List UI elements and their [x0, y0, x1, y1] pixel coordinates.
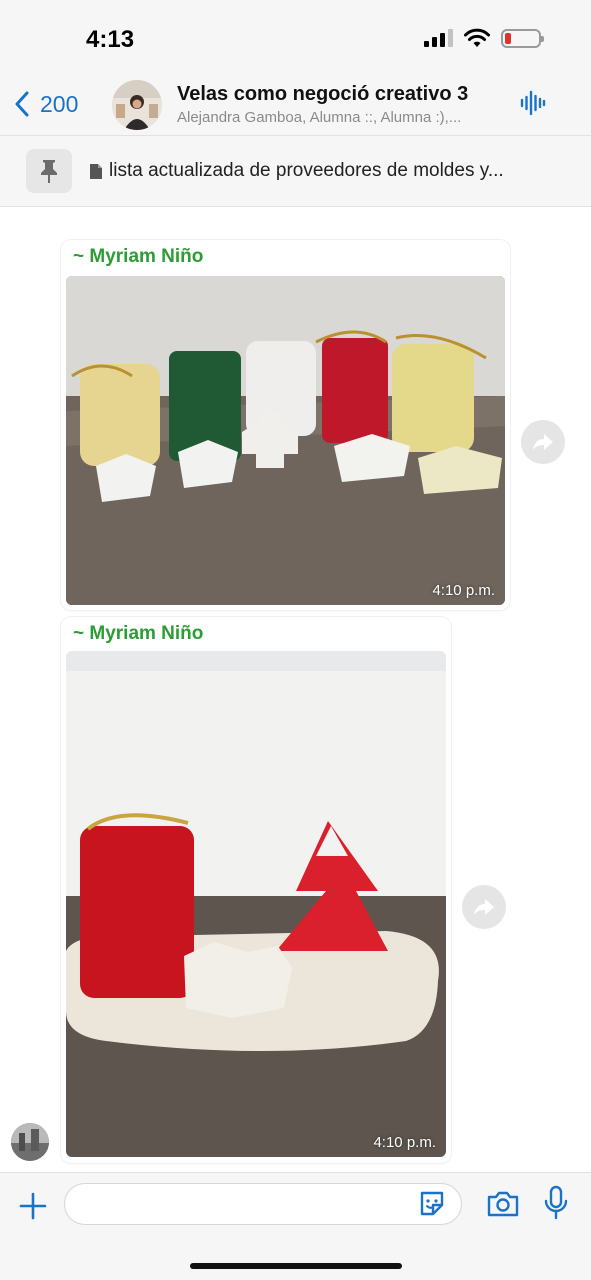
- sender-name[interactable]: ~ Myriam Niño: [73, 623, 203, 645]
- forward-icon: [474, 899, 494, 915]
- pin-icon: [41, 160, 57, 183]
- message-bubble[interactable]: ~ Myriam Niño 4:10 p.m.: [61, 240, 510, 610]
- home-indicator[interactable]: [190, 1263, 402, 1269]
- status-icons: [424, 28, 544, 48]
- message-input[interactable]: [64, 1183, 462, 1225]
- battery-icon: [501, 28, 544, 48]
- audio-call-icon[interactable]: [519, 89, 547, 117]
- pinned-message-bar[interactable]: lista actualizada de proveedores de mold…: [0, 135, 591, 207]
- candles-photo: [66, 276, 505, 605]
- battery-level: [505, 32, 511, 44]
- microphone-icon[interactable]: [543, 1185, 569, 1221]
- candles-photo: [66, 651, 446, 1157]
- chevron-left-icon: [15, 91, 29, 117]
- plus-icon[interactable]: [18, 1191, 48, 1221]
- sender-name[interactable]: ~ Myriam Niño: [73, 246, 203, 268]
- status-time: 4:13: [86, 26, 135, 53]
- group-title[interactable]: Velas como negoció creativo 3: [177, 83, 468, 106]
- group-members[interactable]: Alejandra Gamboa, Alumna ::, Alumna :),.…: [177, 109, 507, 126]
- message-photo[interactable]: 4:10 p.m.: [66, 276, 505, 605]
- message-bubble[interactable]: ~ Myriam Niño 4:10 p.m.: [61, 617, 451, 1163]
- unread-count: 200: [40, 90, 79, 117]
- status-bar: 4:13: [0, 0, 591, 80]
- group-avatar[interactable]: [112, 80, 162, 130]
- chat-header: 200 Velas como negoció creativo 3 Alejan…: [0, 80, 591, 135]
- sticker-icon[interactable]: [417, 1189, 447, 1219]
- group-photo: [112, 80, 162, 130]
- cellular-signal-icon: [424, 29, 453, 47]
- sender-avatar[interactable]: [11, 1123, 49, 1161]
- wifi-icon: [464, 28, 490, 47]
- camera-icon[interactable]: [486, 1190, 520, 1218]
- document-icon: [90, 163, 102, 179]
- message-photo[interactable]: 4:10 p.m.: [66, 651, 446, 1157]
- message-timestamp: 4:10 p.m.: [373, 1134, 436, 1151]
- pinned-message-text: lista actualizada de proveedores de mold…: [109, 160, 504, 181]
- message-timestamp: 4:10 p.m.: [432, 582, 495, 599]
- avatar-photo: [11, 1123, 49, 1161]
- pinned-message[interactable]: lista actualizada de proveedores de mold…: [89, 160, 559, 182]
- pin-button[interactable]: [26, 149, 72, 193]
- previous-message-fragment: ˇ: [270, 207, 276, 216]
- back-button[interactable]: 200: [14, 88, 78, 120]
- forward-button[interactable]: [462, 885, 506, 929]
- forward-icon: [533, 434, 553, 450]
- chat-area[interactable]: ˇ ~ Myriam Niño: [0, 207, 591, 1172]
- forward-button[interactable]: [521, 420, 565, 464]
- input-bar: [0, 1172, 591, 1280]
